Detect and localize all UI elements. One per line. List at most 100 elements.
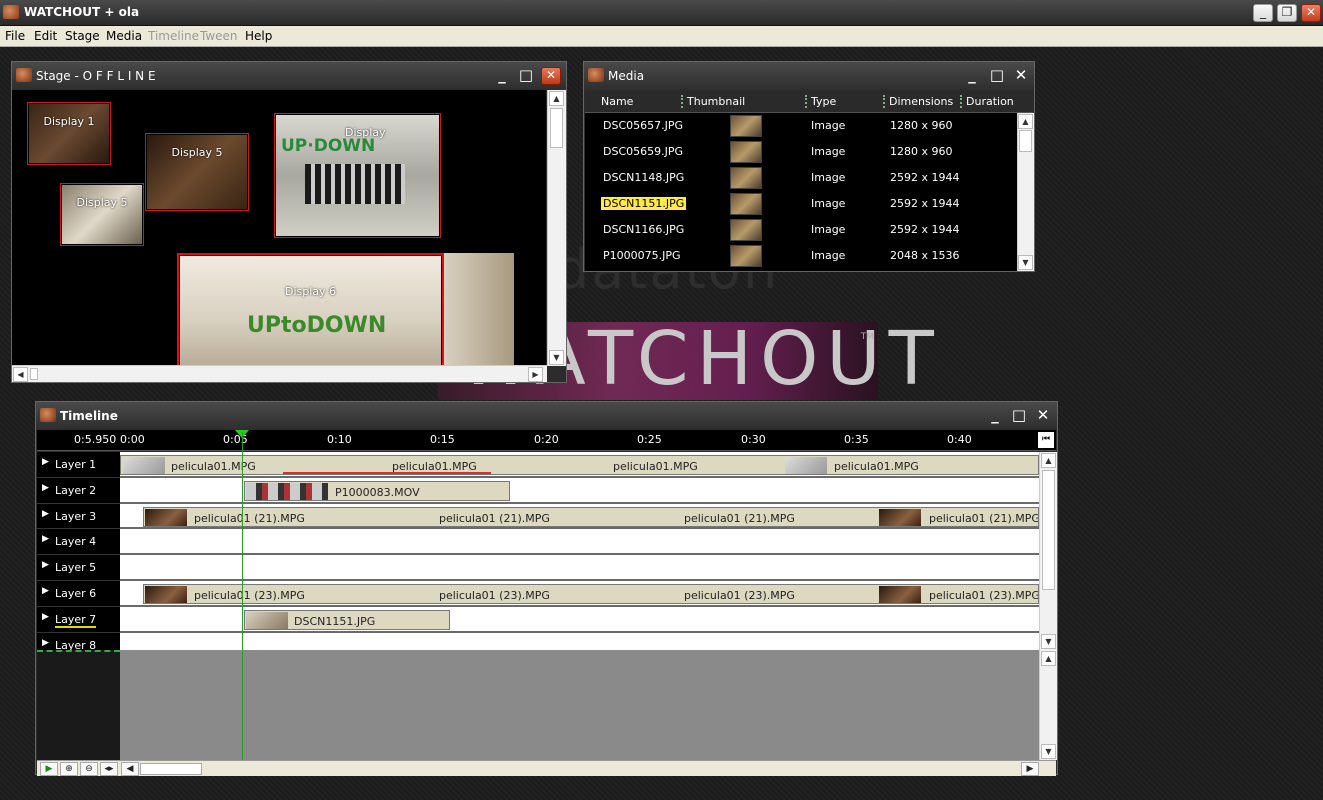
scroll-up-icon[interactable]: ▲ xyxy=(1018,114,1033,129)
track[interactable]: P1000083.MOV xyxy=(120,477,1039,504)
playhead[interactable] xyxy=(242,432,243,762)
scroll-left-icon[interactable]: ◀ xyxy=(121,762,139,776)
cue[interactable]: pelicula01 (23).MPG pelicula01 (23).MPG … xyxy=(143,584,1039,604)
media-title: Media xyxy=(608,69,645,83)
media-row[interactable]: P1000075.JPG Image 2048 x 1536 xyxy=(585,243,1017,269)
track[interactable]: pelicula01 (23).MPG pelicula01 (23).MPG … xyxy=(120,581,1039,607)
layer-label[interactable]: ▶ Layer 5 xyxy=(37,555,120,581)
col-duration[interactable]: Duration xyxy=(960,95,1014,108)
media-row[interactable]: DSC05659.JPG Image 1280 x 960 xyxy=(585,139,1017,165)
display-6[interactable]: Display 6 UPtoDOWN xyxy=(177,253,444,366)
track-area[interactable]: pelicula01.MPG pelicula01.MPG pelicula01… xyxy=(120,452,1039,650)
uptodown-banner: UPtoDOWN xyxy=(247,313,387,338)
cue[interactable]: pelicula01 (21).MPG pelicula01 (21).MPG … xyxy=(143,506,1039,527)
media-row[interactable]: DSCN1148.JPG Image 2592 x 1944 xyxy=(585,165,1017,191)
media-titlebar[interactable]: Media _ □ ✕ xyxy=(584,62,1034,90)
layer-label[interactable]: ▶ Layer 2 xyxy=(37,478,120,504)
display-team[interactable]: Display UP·DOWN xyxy=(274,113,441,238)
tween-vertical-scrollbar[interactable]: ▲ ▼ xyxy=(1039,650,1057,760)
media-close-button[interactable]: ✕ xyxy=(1011,67,1031,85)
menu-media[interactable]: Media xyxy=(106,29,142,43)
timeline-close-button[interactable]: ✕ xyxy=(1033,407,1053,425)
layer-label[interactable]: ▶ Layer 6 xyxy=(37,581,120,607)
stage-minimize-button[interactable]: _ xyxy=(492,67,512,85)
scroll-down-icon[interactable]: ▼ xyxy=(549,350,564,365)
stage-title: Stage - O F F L I N E xyxy=(36,69,156,83)
stage-titlebar[interactable]: Stage - O F F L I N E _ □ ✕ xyxy=(12,62,566,90)
scroll-down-icon[interactable]: ▼ xyxy=(1018,255,1033,270)
scroll-right-icon[interactable]: ▶ xyxy=(528,367,543,382)
timeline-titlebar[interactable]: Timeline _ □ ✕ xyxy=(36,402,1057,430)
stage-canvas[interactable]: Display 1 Display 5 Display UP·DOWN Disp… xyxy=(12,90,546,366)
zoom-in-icon[interactable]: ⊕ xyxy=(60,762,78,776)
display-1[interactable]: Display 1 xyxy=(27,102,111,165)
cue[interactable]: pelicula01.MPG pelicula01.MPG pelicula01… xyxy=(120,455,1039,475)
stage-close-button[interactable]: ✕ xyxy=(541,67,561,85)
menu-help[interactable]: Help xyxy=(245,29,272,43)
track[interactable] xyxy=(120,529,1039,556)
track[interactable] xyxy=(120,632,1039,650)
timeline-h-scroll-thumb[interactable] xyxy=(140,763,202,775)
scroll-right-icon[interactable]: ▶ xyxy=(1021,762,1039,776)
cue[interactable]: DSCN1151.JPG xyxy=(244,609,450,630)
media-vertical-scrollbar[interactable]: ▲ ▼ xyxy=(1017,113,1034,271)
stage-maximize-button[interactable]: □ xyxy=(516,67,536,85)
menu-file[interactable]: File xyxy=(5,29,25,43)
stage-vertical-scrollbar[interactable]: ▲ ▼ xyxy=(547,90,566,366)
media-thumbnail xyxy=(730,167,762,189)
media-row-selected[interactable]: DSCN1151.JPG Image 2592 x 1944 xyxy=(585,191,1017,217)
layer-label-selected[interactable]: ▶ Layer 7 xyxy=(37,607,120,633)
close-button[interactable]: ✕ xyxy=(1301,4,1321,22)
jump-to-start-icon[interactable]: ⏮ xyxy=(1038,432,1054,448)
stage-window-icon xyxy=(16,68,32,82)
col-dimensions[interactable]: Dimensions xyxy=(883,95,953,108)
timeline-vertical-scrollbar[interactable]: ▲ ▼ xyxy=(1039,452,1057,650)
tween-label-area xyxy=(37,650,120,760)
media-maximize-button[interactable]: □ xyxy=(987,67,1007,85)
layer-label[interactable]: ▶ Layer 3 xyxy=(37,504,120,530)
scroll-up-icon[interactable]: ▲ xyxy=(1041,453,1056,468)
col-thumbnail[interactable]: Thumbnail xyxy=(681,95,745,108)
track[interactable] xyxy=(120,555,1039,581)
layer-label[interactable]: ▶ Layer 4 xyxy=(37,529,120,556)
track[interactable]: DSCN1151.JPG xyxy=(120,606,1039,633)
display-5-bottom[interactable]: Display 5 xyxy=(60,183,144,246)
cue[interactable]: P1000083.MOV xyxy=(244,480,510,501)
play-icon[interactable]: ▶ xyxy=(40,762,58,776)
track[interactable]: pelicula01 (21).MPG pelicula01 (21).MPG … xyxy=(120,503,1039,530)
col-name[interactable]: Name xyxy=(597,95,633,108)
fit-icon[interactable]: ◂▸ xyxy=(100,762,118,776)
track[interactable]: pelicula01.MPG pelicula01.MPG pelicula01… xyxy=(120,452,1039,478)
zoom-out-icon[interactable]: ⊖ xyxy=(80,762,98,776)
media-row[interactable]: DSC05657.JPG Image 1280 x 960 xyxy=(585,113,1017,139)
media-column-header: Name Thumbnail Type Dimensions Duration xyxy=(585,91,1033,113)
stage-horizontal-scrollbar[interactable]: ◀ ▶ xyxy=(12,365,547,382)
media-row[interactable]: DSCN1166.JPG Image 2592 x 1944 xyxy=(585,217,1017,243)
menu-bar: File Edit Stage Media Timeline Tween Hel… xyxy=(0,26,1323,47)
menu-timeline[interactable]: Timeline xyxy=(148,29,199,43)
layer-label[interactable]: ▶ Layer 1 xyxy=(37,452,120,478)
timeline-ruler[interactable]: 0:5.950 0:00 0:05 0:10 0:15 0:20 0:25 0:… xyxy=(37,430,1056,451)
current-time: 0:5.950 xyxy=(74,433,117,446)
scroll-down-icon[interactable]: ▼ xyxy=(1041,634,1056,649)
scroll-left-icon[interactable]: ◀ xyxy=(13,367,28,382)
menu-stage[interactable]: Stage xyxy=(65,29,100,43)
stage-photo-strip xyxy=(444,253,514,366)
tween-area[interactable] xyxy=(120,650,1039,760)
col-type[interactable]: Type xyxy=(805,95,836,108)
timeline-minimize-button[interactable]: _ xyxy=(985,407,1005,425)
app-title: WATCHOUT + ola xyxy=(24,5,140,19)
media-thumbnail xyxy=(730,115,762,137)
scroll-up-icon[interactable]: ▲ xyxy=(1041,651,1056,666)
scroll-down-icon[interactable]: ▼ xyxy=(1041,744,1056,759)
media-thumbnail xyxy=(730,193,762,215)
media-minimize-button[interactable]: _ xyxy=(962,67,982,85)
media-thumbnail xyxy=(730,141,762,163)
menu-edit[interactable]: Edit xyxy=(34,29,57,43)
timeline-maximize-button[interactable]: □ xyxy=(1009,407,1029,425)
minimize-button[interactable]: _ xyxy=(1253,4,1273,22)
menu-tween[interactable]: Tween xyxy=(200,29,238,43)
scroll-up-icon[interactable]: ▲ xyxy=(549,91,564,106)
display-5-top[interactable]: Display 5 xyxy=(145,133,249,211)
restore-button[interactable]: ❐ xyxy=(1277,4,1297,22)
